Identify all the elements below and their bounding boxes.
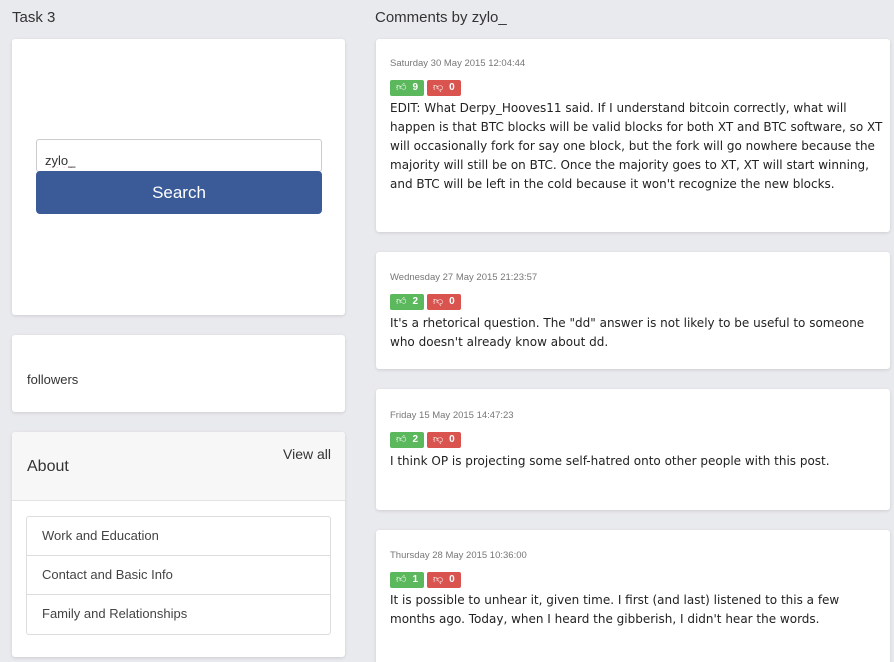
comment-card: Thursday 28 May 2015 10:36:00 👍︎ 1 👎︎ 0 It…	[376, 530, 890, 662]
followers-card: followers	[12, 335, 345, 412]
search-card: Search	[12, 39, 345, 315]
thumbs-down-icon: 👎︎	[433, 296, 444, 307]
view-all-link[interactable]: View all	[283, 446, 331, 462]
left-heading: Task 3	[12, 9, 56, 26]
thumbs-down-icon: 👎︎	[433, 574, 444, 585]
upvote-count: 1	[412, 574, 419, 585]
comment-text: It is possible to unhear it, given time.…	[390, 593, 840, 626]
vote-group: 👍︎ 9 👎︎ 0	[390, 80, 461, 96]
thumbs-up-icon: 👍︎	[396, 82, 407, 93]
upvote-button[interactable]: 👍︎ 2	[390, 294, 425, 310]
upvote-button[interactable]: 👍︎ 1	[390, 572, 425, 588]
search-button[interactable]: Search	[36, 171, 322, 214]
thumbs-up-icon: 👍︎	[396, 434, 407, 445]
comment-card: Wednesday 27 May 2015 21:23:57 👍︎ 2 👎︎ 0 I…	[376, 252, 890, 369]
downvote-count: 0	[449, 574, 455, 585]
comment-card: Saturday 30 May 2015 12:04:44 👍︎ 9 👎︎ 0 ED…	[376, 39, 890, 232]
about-item-work-education[interactable]: Work and Education	[27, 517, 330, 556]
comment-text: It's a rhetorical question. The "dd" ans…	[390, 316, 865, 349]
about-card: About View all Work and Education Contac…	[12, 432, 345, 657]
thumbs-up-icon: 👍︎	[396, 574, 407, 585]
downvote-button[interactable]: 👎︎ 0	[427, 80, 461, 96]
thumbs-down-icon: 👎︎	[433, 434, 444, 445]
comment-date: Friday 15 May 2015 14:47:23	[390, 410, 514, 421]
about-header: About View all	[12, 432, 345, 501]
page-title: Comments by zylo_	[375, 9, 507, 26]
about-list: Work and Education Contact and Basic Inf…	[26, 516, 331, 635]
upvote-count: 9	[412, 82, 419, 93]
downvote-count: 0	[449, 82, 455, 93]
comment-date: Thursday 28 May 2015 10:36:00	[390, 550, 527, 561]
downvote-button[interactable]: 👎︎ 0	[427, 572, 461, 588]
about-item-family-relationships[interactable]: Family and Relationships	[27, 595, 330, 634]
search-input[interactable]	[36, 139, 322, 172]
upvote-count: 2	[412, 296, 419, 307]
comment-card: Friday 15 May 2015 14:47:23 👍︎ 2 👎︎ 0 I th…	[376, 389, 890, 510]
upvote-button[interactable]: 👍︎ 2	[390, 432, 425, 448]
upvote-button[interactable]: 👍︎ 9	[390, 80, 425, 96]
vote-group: 👍︎ 1 👎︎ 0	[390, 572, 461, 588]
upvote-count: 2	[412, 434, 419, 445]
thumbs-up-icon: 👍︎	[396, 296, 407, 307]
downvote-button[interactable]: 👎︎ 0	[427, 294, 461, 310]
thumbs-down-icon: 👎︎	[433, 82, 444, 93]
comment-text: EDIT: What Derpy_Hooves11 said. If I und…	[390, 101, 883, 191]
downvote-count: 0	[449, 296, 455, 307]
vote-group: 👍︎ 2 👎︎ 0	[390, 294, 461, 310]
vote-group: 👍︎ 2 👎︎ 0	[390, 432, 461, 448]
comment-date: Wednesday 27 May 2015 21:23:57	[390, 272, 538, 283]
about-item-contact-info[interactable]: Contact and Basic Info	[27, 556, 330, 595]
downvote-button[interactable]: 👎︎ 0	[427, 432, 461, 448]
comment-text: I think OP is projecting some self-hatre…	[390, 454, 830, 468]
followers-label: followers	[27, 372, 79, 387]
comment-date: Saturday 30 May 2015 12:04:44	[390, 58, 526, 69]
downvote-count: 0	[449, 434, 455, 445]
about-title: About	[27, 458, 69, 475]
